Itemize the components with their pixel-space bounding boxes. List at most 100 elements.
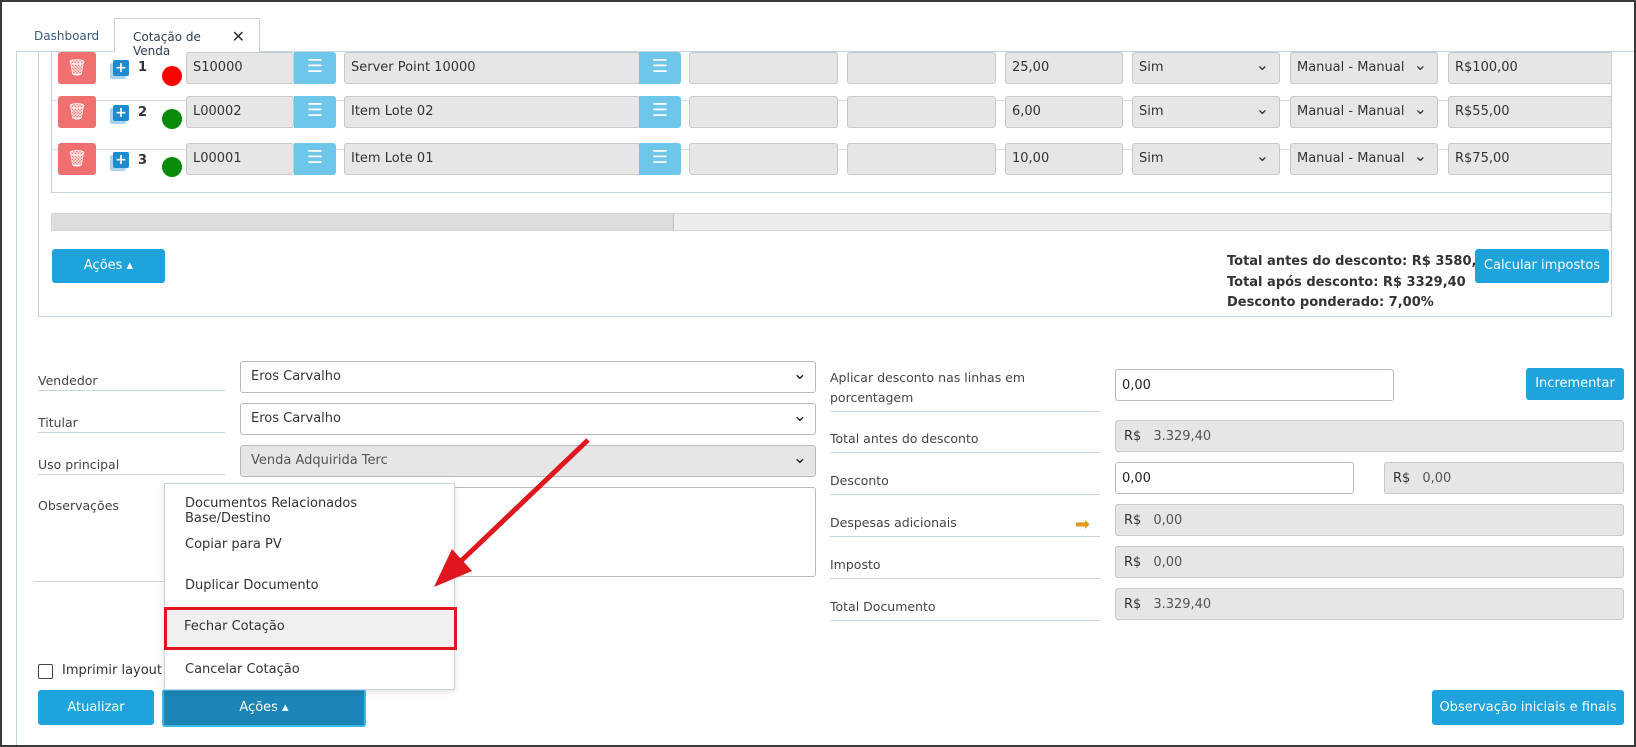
menu-item-copiar-pv[interactable]: Copiar para PV [165, 525, 454, 565]
quantity-field[interactable]: 6,00 [1005, 96, 1123, 128]
flag-select[interactable]: Sim [1132, 96, 1280, 128]
titular-select[interactable]: Eros Carvalho [240, 403, 816, 435]
weighted-discount: Desconto ponderado: 7,00% [1227, 295, 1434, 310]
menu-item-documentos-relacionados[interactable]: Documentos Relacionados Base/Destino [165, 484, 454, 526]
tab-dashboard[interactable]: Dashboard [16, 18, 112, 53]
item-code-field[interactable]: L00002 [186, 96, 294, 128]
trash-icon: 🗑 [66, 102, 88, 121]
add-copy-icon[interactable]: + [113, 60, 129, 76]
status-indicator [162, 66, 182, 86]
despesas-field: R$ 0,00 [1115, 504, 1624, 536]
item-description-field[interactable]: Item Lote 01 [344, 143, 640, 175]
row-number: 3 [138, 153, 148, 168]
acoes-panel-button[interactable]: Ações ▴ [52, 249, 165, 283]
total-antes-value: 3.329,40 [1153, 429, 1212, 444]
tab-bar: Dashboard Cotação de Venda ✕ [16, 2, 1634, 58]
currency-label: R$ [1124, 555, 1142, 570]
total-antes-field: R$ 3.329,40 [1115, 420, 1624, 452]
desconto-rs-value: 0,00 [1422, 471, 1452, 486]
flag-value: Sim [1139, 151, 1164, 166]
price-field[interactable]: R$100,00 [1448, 52, 1611, 84]
mode-select[interactable]: Manual - Manual [1290, 96, 1438, 128]
item-description-field[interactable]: Server Point 10000 [344, 52, 640, 84]
currency-label: R$ [1124, 597, 1142, 612]
calcular-impostos-button[interactable]: Calcular impostos [1475, 249, 1609, 283]
desconto-input[interactable]: 0,00 [1115, 462, 1354, 494]
mode-value: Manual - Manual [1297, 104, 1405, 119]
status-indicator [162, 157, 182, 177]
list-icon[interactable]: ☰ [639, 52, 681, 84]
empty-field[interactable] [847, 143, 996, 175]
uso-principal-label: Uso principal [38, 457, 225, 475]
total-before-discount: Total antes do desconto: R$ 3580,00 [1227, 254, 1495, 269]
mode-select[interactable]: Manual - Manual [1290, 52, 1438, 84]
list-icon[interactable]: ☰ [639, 96, 681, 128]
menu-item-fechar-cotacao[interactable]: Fechar Cotação [164, 607, 457, 650]
price-field[interactable]: R$55,00 [1448, 96, 1611, 128]
arrow-right-icon[interactable]: ➡ [1075, 514, 1090, 535]
currency-label: R$ [1124, 513, 1142, 528]
uso-principal-select[interactable]: Venda Adquirida Terc [240, 445, 816, 477]
vendedor-select[interactable]: Eros Carvalho [240, 361, 816, 393]
currency-label: R$ [1393, 471, 1411, 486]
uso-principal-value: Venda Adquirida Terc [251, 453, 388, 468]
total-documento-value: 3.329,40 [1153, 597, 1212, 612]
despesas-value: 0,00 [1153, 513, 1183, 528]
add-copy-icon[interactable]: + [113, 105, 129, 121]
total-documento-field: R$ 3.329,40 [1115, 588, 1624, 620]
imprimir-checkbox[interactable] [38, 664, 53, 679]
acoes-dropdown-menu: Documentos Relacionados Base/Destino Cop… [164, 483, 457, 690]
observacao-iniciais-finais-button[interactable]: Observação iniciais e finais [1432, 690, 1624, 725]
empty-field[interactable] [847, 96, 996, 128]
mode-value: Manual - Manual [1297, 151, 1405, 166]
flag-select[interactable]: Sim [1132, 143, 1280, 175]
delete-row-button[interactable]: 🗑 [58, 96, 96, 128]
price-field[interactable]: R$75,00 [1448, 143, 1611, 175]
despesas-label: Despesas adicionais [830, 513, 1100, 537]
quantity-field[interactable]: 25,00 [1005, 52, 1123, 84]
list-icon[interactable]: ☰ [294, 143, 336, 175]
empty-field[interactable] [689, 96, 838, 128]
imposto-field: R$ 0,00 [1115, 546, 1624, 578]
row-number: 2 [138, 105, 148, 120]
acoes-button[interactable]: Ações ▴ [162, 689, 366, 727]
empty-field[interactable] [689, 143, 838, 175]
vendedor-value: Eros Carvalho [251, 369, 341, 384]
list-icon[interactable]: ☰ [294, 52, 336, 84]
status-indicator [162, 109, 182, 129]
list-icon[interactable]: ☰ [639, 143, 681, 175]
imprimir-label: Imprimir layout a [62, 663, 175, 678]
scrollbar-thumb[interactable] [52, 214, 674, 230]
tab-label: Dashboard [34, 29, 100, 43]
list-icon[interactable]: ☰ [294, 96, 336, 128]
add-copy-icon[interactable]: + [113, 152, 129, 168]
titular-label: Titular [38, 415, 225, 433]
empty-field[interactable] [847, 52, 996, 84]
incrementar-button[interactable]: Incrementar [1526, 368, 1624, 400]
total-antes-label: Total antes do desconto [830, 429, 1100, 453]
item-code-field[interactable]: L00001 [186, 143, 294, 175]
trash-icon: 🗑 [66, 149, 88, 168]
atualizar-button[interactable]: Atualizar [38, 690, 154, 725]
titular-value: Eros Carvalho [251, 411, 341, 426]
total-documento-label: Total Documento [830, 597, 1100, 621]
item-description-field[interactable]: Item Lote 02 [344, 96, 640, 128]
mode-select[interactable]: Manual - Manual [1290, 143, 1438, 175]
quantity-field[interactable]: 10,00 [1005, 143, 1123, 175]
vendedor-label: Vendedor [38, 373, 225, 391]
desconto-rs-field: R$ 0,00 [1384, 462, 1624, 494]
menu-item-cancelar-cotacao[interactable]: Cancelar Cotação [165, 650, 454, 690]
item-code-field[interactable]: S10000 [186, 52, 294, 84]
delete-row-button[interactable]: 🗑 [58, 143, 96, 175]
empty-field[interactable] [689, 52, 838, 84]
horizontal-scrollbar[interactable] [51, 213, 1611, 231]
tab-cotacao-venda[interactable]: Cotação de Venda ✕ [114, 18, 260, 58]
trash-icon: 🗑 [66, 58, 88, 77]
menu-item-duplicar-documento[interactable]: Duplicar Documento [165, 566, 454, 606]
desconto-label: Desconto [830, 471, 1100, 495]
aplicar-desconto-input[interactable]: 0,00 [1115, 369, 1394, 401]
flag-select[interactable]: Sim [1132, 52, 1280, 84]
aplicar-desconto-label: Aplicar desconto nas linhas em porcentag… [830, 368, 1100, 412]
delete-row-button[interactable]: 🗑 [58, 52, 96, 84]
close-icon[interactable]: ✕ [232, 27, 245, 46]
